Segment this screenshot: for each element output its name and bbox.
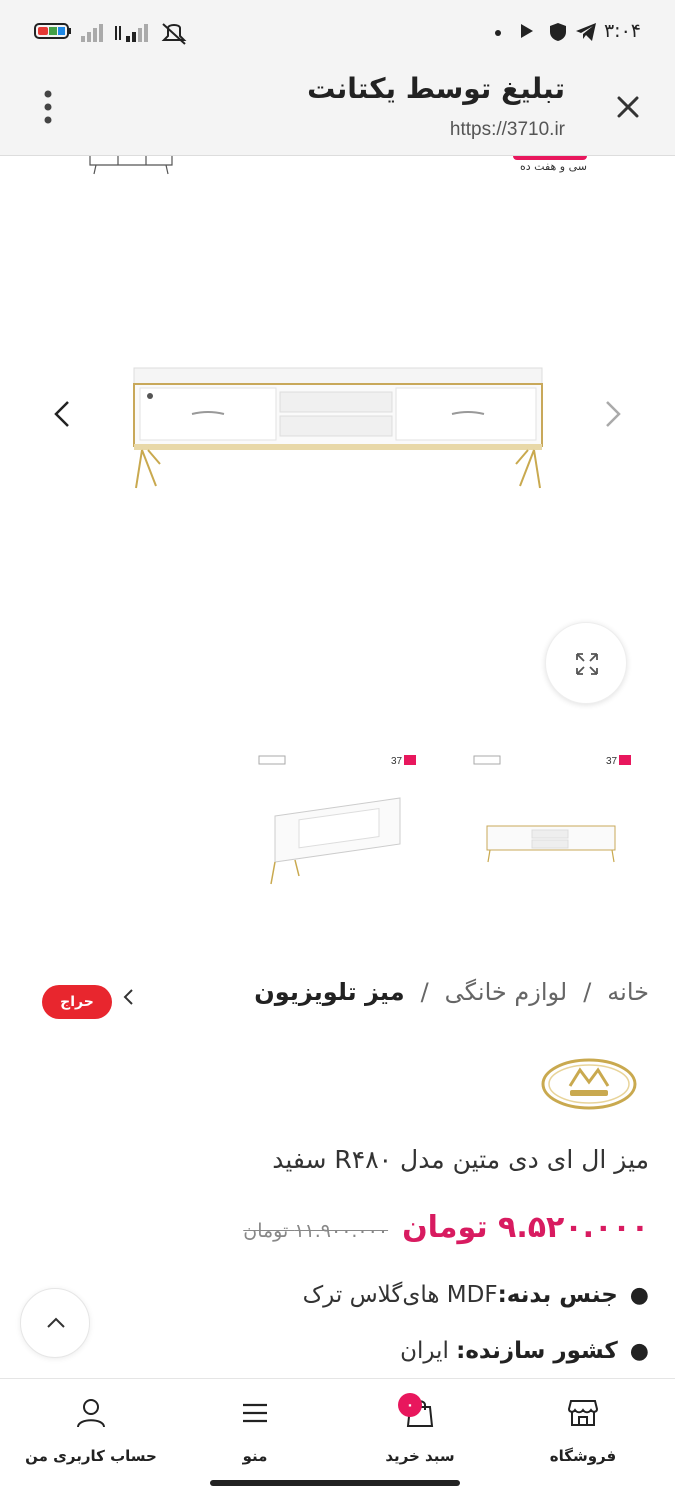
battery-icon <box>34 23 71 39</box>
nav-menu[interactable]: منو <box>180 1393 330 1473</box>
brand-mark: سی و هفت ده <box>507 156 587 176</box>
thumbnail-image: 37 <box>258 755 416 885</box>
nav-label: منو <box>242 1447 268 1465</box>
previous-arrow-icon[interactable] <box>48 396 78 432</box>
spec-label: کشور سازنده: <box>456 1338 618 1364</box>
close-icon[interactable] <box>611 90 645 124</box>
old-price: ۱۱.۹۰۰.۰۰۰ تومان <box>243 1220 389 1242</box>
spec-item: ● جنس بدنه:MDF های‌گلاس ترک <box>303 1282 649 1308</box>
page-url: https://3710.ir <box>449 119 565 140</box>
nav-label: فروشگاه <box>549 1447 617 1465</box>
thumbnail-strip: 37 37 <box>0 746 675 946</box>
spec-item: ● کشور سازنده: ایران <box>303 1338 649 1364</box>
hamburger-menu-icon <box>243 1403 267 1423</box>
signal-icon <box>81 24 103 42</box>
expand-icon <box>576 653 598 675</box>
user-icon <box>77 1399 105 1428</box>
spec-label: جنس بدنه: <box>497 1282 618 1308</box>
breadcrumb-separator: / <box>583 978 592 1006</box>
play-icon <box>521 24 533 38</box>
price-row: ۹.۵۲۰.۰۰۰ تومان ۱۱.۹۰۰.۰۰۰ تومان <box>243 1210 649 1245</box>
nav-account[interactable]: حساب کاربری من <box>16 1393 166 1473</box>
thumbnail-2[interactable]: 37 <box>470 746 670 896</box>
brand-logo[interactable] <box>540 1056 638 1112</box>
breadcrumb-category[interactable]: لوازم خانگی <box>445 978 568 1006</box>
status-time: ۳:۰۴ <box>603 20 641 42</box>
svg-text:37: 37 <box>606 756 618 767</box>
next-arrow-icon[interactable] <box>597 396 627 432</box>
spec-value: ایران <box>400 1338 457 1364</box>
browser-header: تبلیغ توسط یکتانت https://3710.ir <box>0 62 675 156</box>
sale-badge: حراج <box>42 985 112 1019</box>
zoom-button[interactable] <box>545 622 627 704</box>
thumbnail-1[interactable]: 37 <box>255 746 455 896</box>
cart-count-badge: ۰ <box>398 1393 422 1417</box>
svg-text:37: 37 <box>391 756 403 767</box>
home-indicator[interactable] <box>210 1480 460 1486</box>
breadcrumb: خانه / لوازم خانگی / میز تلویزیون <box>254 978 649 1006</box>
page-title: تبلیغ توسط یکتانت <box>307 72 565 105</box>
spec-value: MDF های‌گلاس ترک <box>302 1282 498 1308</box>
status-bar: ۳:۰۴ <box>0 0 675 62</box>
nav-cart[interactable]: ۰ سبد خرید <box>345 1393 495 1473</box>
product-title: میز ال ای دی متین مدل R۴۸۰ سفید <box>272 1145 649 1174</box>
breadcrumb-home[interactable]: خانه <box>607 978 649 1006</box>
scroll-to-top-button[interactable] <box>20 1288 90 1358</box>
shield-icon <box>550 23 566 41</box>
nav-store[interactable]: فروشگاه <box>508 1393 658 1473</box>
telegram-icon <box>576 23 596 41</box>
current-price: ۹.۵۲۰.۰۰۰ تومان <box>402 1210 649 1245</box>
tv-stand-outline-image <box>89 156 173 175</box>
product-gallery[interactable]: سی و هفت ده <box>0 156 675 746</box>
signal-icon <box>115 24 148 42</box>
more-options-icon[interactable] <box>38 88 58 128</box>
tv-stand-image <box>133 367 543 489</box>
nav-label: سبد خرید <box>385 1447 455 1465</box>
breadcrumb-current[interactable]: میز تلویزیون <box>254 978 404 1006</box>
store-icon <box>567 1400 599 1426</box>
mute-icon <box>161 23 187 45</box>
dot-icon <box>495 30 501 36</box>
chevron-up-icon <box>47 1317 65 1328</box>
breadcrumb-separator: / <box>420 978 429 1006</box>
thumbnail-image: 37 <box>473 755 631 863</box>
nav-label: حساب کاربری من <box>25 1447 157 1465</box>
chevron-left-icon[interactable] <box>120 985 138 1009</box>
bullet-icon: ● <box>629 1282 649 1308</box>
bullet-icon: ● <box>629 1338 649 1364</box>
